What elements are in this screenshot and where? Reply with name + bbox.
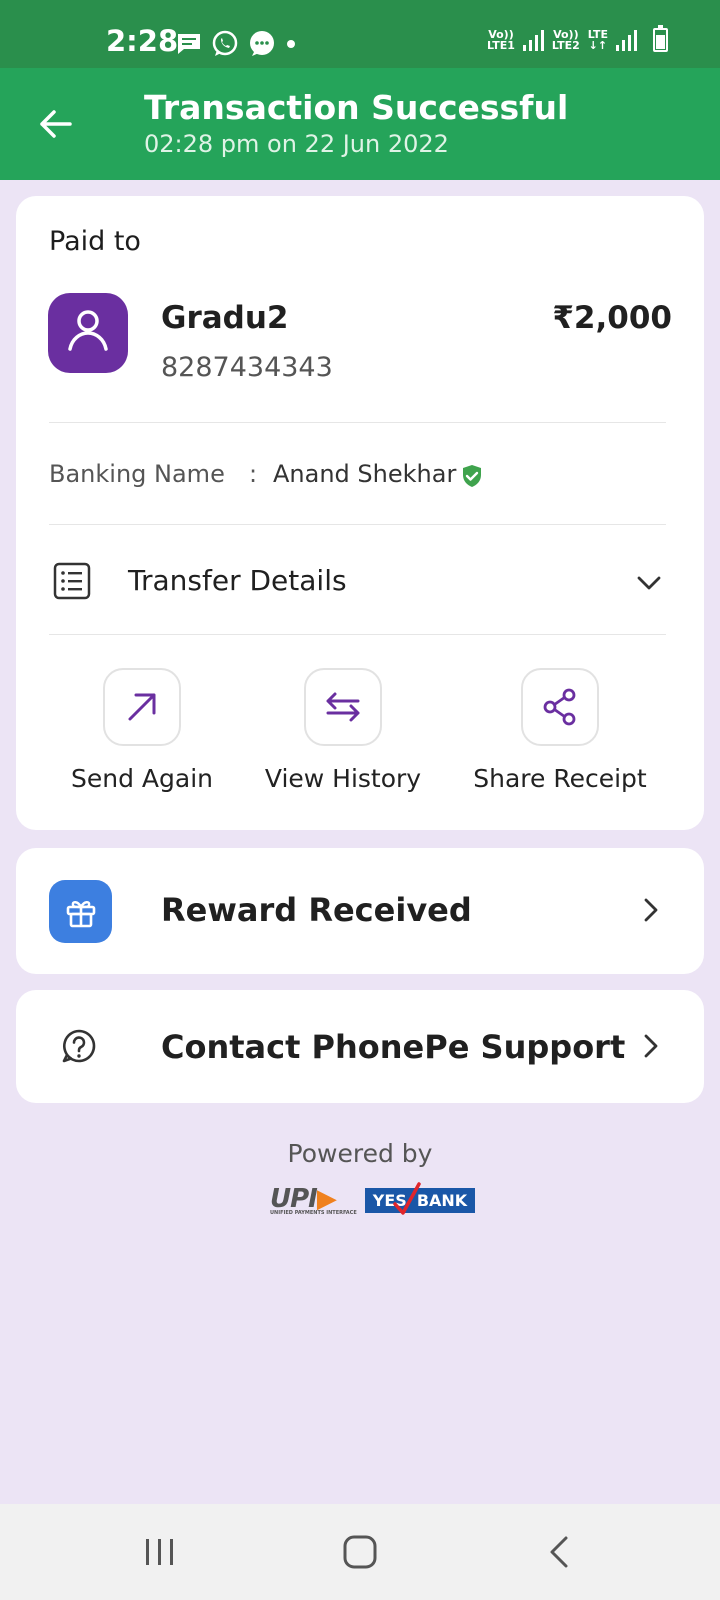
paid-to-label: Paid to [49, 226, 141, 257]
transaction-card: Paid to Gradu2 8287434343 ₹2,000 Banking… [16, 196, 704, 830]
share-receipt-icon-box[interactable] [521, 668, 599, 746]
app-header: Transaction Successful 02:28 pm on 22 Ju… [0, 68, 720, 180]
gift-icon-box [49, 880, 112, 943]
gift-icon [66, 900, 95, 927]
back-nav-icon[interactable] [542, 1534, 582, 1570]
chevron-down-icon[interactable] [634, 568, 664, 598]
verified-shield-icon [463, 465, 481, 487]
divider [49, 422, 666, 423]
status-bar: 2:28 Vo)) LTE1 Vo)) LTE2 LTE ↓↑ [0, 0, 720, 68]
status-indicators: Vo)) LTE1 Vo)) LTE2 LTE ↓↑ [487, 25, 668, 52]
share-receipt-button[interactable]: Share Receipt [460, 668, 660, 793]
notification-icons [176, 30, 297, 58]
avatar [48, 293, 128, 373]
whatsapp-icon [212, 30, 238, 56]
tick-mark-icon [393, 1181, 421, 1215]
contact-support-label: Contact PhonePe Support [161, 1028, 626, 1066]
battery-icon [653, 25, 668, 52]
message-icon [178, 34, 200, 54]
transfer-details-toggle[interactable]: Transfer Details [128, 564, 347, 597]
user-icon [68, 310, 108, 351]
powered-by-label: Powered by [287, 1139, 433, 1168]
status-time: 2:28 [106, 24, 179, 58]
send-again-button[interactable]: Send Again [42, 668, 242, 793]
swap-arrows-icon [326, 692, 360, 722]
view-history-label: View History [264, 764, 422, 793]
home-icon[interactable] [340, 1534, 380, 1570]
signal-bars-icon [616, 29, 637, 51]
dot-icon [287, 40, 295, 48]
network-sim2: Vo)) LTE2 [551, 28, 580, 52]
chevron-right-icon [644, 898, 658, 922]
network-lte: LTE ↓↑ [587, 28, 608, 52]
divider [49, 524, 666, 525]
recent-apps-icon[interactable] [140, 1534, 180, 1570]
upi-logo: UPI▶ UNIFIED PAYMENTS INTERFACE [270, 1184, 357, 1216]
payee-phone: 8287434343 [161, 352, 333, 383]
list-document-icon [53, 562, 91, 600]
system-nav-bar [0, 1504, 720, 1600]
banking-name-colon: : [249, 460, 258, 488]
reward-received-label: Reward Received [161, 891, 472, 929]
network-sim1: Vo)) LTE1 [487, 28, 515, 52]
view-history-icon-box[interactable] [304, 668, 382, 746]
chat-bubble-icon [250, 31, 274, 56]
banking-name-label: Banking Name [49, 460, 225, 488]
arrow-up-right-icon [128, 693, 156, 721]
amount: ₹2,000 [552, 300, 672, 336]
partner-logos: UPI▶ UNIFIED PAYMENTS INTERFACE YES BANK [270, 1181, 476, 1216]
send-again-icon-box[interactable] [103, 668, 181, 746]
banking-name-value: Anand Shekhar [273, 460, 457, 488]
back-arrow-icon[interactable] [36, 104, 76, 144]
reward-received-row[interactable]: Reward Received [16, 848, 704, 974]
share-receipt-label: Share Receipt [473, 764, 647, 793]
payee-name: Gradu2 [161, 300, 289, 336]
share-icon [543, 688, 576, 726]
page-title: Transaction Successful [144, 88, 569, 127]
send-again-label: Send Again [71, 764, 213, 793]
view-history-button[interactable]: View History [243, 668, 443, 793]
transaction-timestamp: 02:28 pm on 22 Jun 2022 [144, 130, 449, 158]
contact-support-row[interactable]: Contact PhonePe Support [16, 990, 704, 1103]
yes-bank-logo: YES BANK [364, 1181, 476, 1215]
chevron-right-icon [644, 1034, 658, 1058]
signal-bars-icon [522, 29, 544, 51]
help-icon [62, 1029, 96, 1063]
divider [49, 634, 666, 635]
